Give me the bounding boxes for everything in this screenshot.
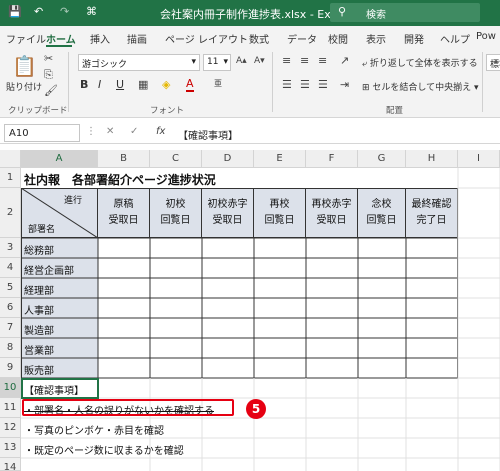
font-color-button[interactable]: A <box>186 77 194 92</box>
formula-input[interactable]: 【確認事項】 <box>178 127 238 142</box>
column-header-d[interactable]: D <box>202 150 254 168</box>
tab-review[interactable]: 校閲 <box>328 31 348 46</box>
row-header-12[interactable]: 12 <box>0 418 21 438</box>
cancel-icon[interactable]: ✕ <box>106 126 114 137</box>
column-header-a[interactable]: A <box>21 150 98 168</box>
note-line[interactable]: ・写真のピンボケ・赤目を確認 <box>24 422 164 437</box>
align-right-icon[interactable]: ☰ <box>318 78 328 91</box>
tab-view[interactable]: 表示 <box>366 31 386 46</box>
ribbon-tabs: ファイル ホーム 挿入 描画 ページ レイアウト 数式 データ 校閲 表示 開発… <box>0 26 500 48</box>
column-header-h[interactable]: H <box>406 150 458 168</box>
select-all-corner[interactable] <box>0 150 21 168</box>
window-title: 会社案内冊子制作進捗表.xlsx - Excel <box>160 8 346 21</box>
orientation-icon[interactable]: ↗ <box>340 54 349 67</box>
tab-developer[interactable]: 開発 <box>404 31 424 46</box>
ribbon: 📋 貼り付け ✂ ⎘ 🖌 クリップボード 游ゴシック ▾ 11 ▾ A▴ A▾ B … <box>0 48 500 118</box>
tab-draw[interactable]: 描画 <box>127 31 147 46</box>
column-header-e[interactable]: E <box>254 150 306 168</box>
tab-power[interactable]: Pow <box>476 31 496 42</box>
font-name-select[interactable]: 游ゴシック ▾ <box>78 54 200 71</box>
note-title[interactable]: 【確認事項】 <box>24 382 84 397</box>
row-header-1[interactable]: 1 <box>0 168 21 188</box>
row-header-13[interactable]: 13 <box>0 438 21 458</box>
align-top-icon[interactable]: ≡ <box>282 54 291 67</box>
row-header-8[interactable]: 8 <box>0 338 21 358</box>
redo-icon[interactable]: ↷ <box>60 5 69 18</box>
active-tab-indicator <box>46 45 72 47</box>
decrease-font-icon[interactable]: A▾ <box>254 56 265 66</box>
column-header-f[interactable]: F <box>306 150 358 168</box>
group-divider <box>482 52 483 112</box>
search-box[interactable]: ⚲ 検索 <box>330 3 480 22</box>
style-box[interactable]: 標準 <box>486 54 500 71</box>
tab-data[interactable]: データ <box>287 31 317 46</box>
font-size-select[interactable]: 11 ▾ <box>203 54 231 71</box>
chevron-down-icon: ▾ <box>223 57 228 67</box>
borders-icon[interactable]: ▦ <box>138 78 148 91</box>
alignment-group-label: 配置 <box>386 106 404 116</box>
indent-icon[interactable]: ⇥ <box>340 78 349 91</box>
clipboard-group-label: クリップボード <box>8 106 68 116</box>
tab-file[interactable]: ファイル <box>6 31 46 46</box>
row-header-11[interactable]: 11 <box>0 398 21 418</box>
align-middle-icon[interactable]: ≡ <box>300 54 309 67</box>
increase-font-icon[interactable]: A▴ <box>236 56 247 66</box>
tab-formulas[interactable]: 数式 <box>249 31 269 46</box>
row-header-5[interactable]: 5 <box>0 278 21 298</box>
search-icon: ⚲ <box>338 5 347 18</box>
worksheet-grid[interactable]: A B C D E F G H I 1 2 3 4 5 6 7 8 9 10 1… <box>0 150 500 471</box>
row-header-9[interactable]: 9 <box>0 358 21 378</box>
highlight-rectangle <box>22 399 234 416</box>
group-divider <box>68 52 69 112</box>
tab-page-layout[interactable]: ページ レイアウト <box>165 31 248 46</box>
formula-bar: A10 ⋮ ✕ ✓ fx 【確認事項】 <box>0 122 500 144</box>
step-number-badge: 5 <box>246 399 266 419</box>
paste-button[interactable]: 貼り付け <box>6 80 42 93</box>
row-header-7[interactable]: 7 <box>0 318 21 338</box>
font-group-label: フォント <box>150 106 185 116</box>
tab-help[interactable]: ヘルプ <box>440 31 470 46</box>
cut-icon[interactable]: ✂ <box>44 52 53 65</box>
more-icon: ⋮ <box>86 126 96 137</box>
row-header-10[interactable]: 10 <box>0 378 21 398</box>
tab-home[interactable]: ホーム <box>46 31 76 46</box>
column-header-g[interactable]: G <box>358 150 406 168</box>
copy-icon[interactable]: ⎘ <box>44 68 53 82</box>
column-header-c[interactable]: C <box>150 150 202 168</box>
group-divider <box>272 52 273 112</box>
format-painter-icon[interactable]: 🖌 <box>44 84 58 97</box>
underline-button[interactable]: U <box>116 78 124 91</box>
row-header-14[interactable]: 14 <box>0 458 21 471</box>
name-box[interactable]: A10 <box>4 124 80 142</box>
column-header-b[interactable]: B <box>98 150 150 168</box>
paste-icon[interactable]: 📋 <box>12 54 37 78</box>
wrap-text-button[interactable]: ⤶ 折り返して全体を表示する <box>362 56 478 69</box>
undo-icon[interactable]: ↶ <box>34 5 43 18</box>
search-placeholder: 検索 <box>366 10 386 21</box>
bold-button[interactable]: B <box>80 78 88 91</box>
row-header-4[interactable]: 4 <box>0 258 21 278</box>
merge-center-button[interactable]: ⊞ セルを結合して中央揃え ▾ <box>362 80 479 93</box>
row-header-2[interactable]: 2 <box>0 188 21 238</box>
title-bar: 💾 ↶ ↷ ⌘ 会社案内冊子制作進捗表.xlsx - Excel ⚲ 検索 <box>0 0 500 26</box>
fill-color-icon[interactable]: ◈ <box>162 78 170 91</box>
align-center-icon[interactable]: ☰ <box>300 78 310 91</box>
note-line[interactable]: ・既定のページ数に収まるかを確認 <box>24 442 184 457</box>
align-left-icon[interactable]: ☰ <box>282 78 292 91</box>
row-header-6[interactable]: 6 <box>0 298 21 318</box>
enter-icon[interactable]: ✓ <box>130 126 138 137</box>
row-header-3[interactable]: 3 <box>0 238 21 258</box>
tab-insert[interactable]: 挿入 <box>90 31 110 46</box>
save-icon[interactable]: 💾 <box>8 5 22 18</box>
italic-button[interactable]: I <box>98 78 101 91</box>
column-header-i[interactable]: I <box>458 150 500 168</box>
touch-mode-icon[interactable]: ⌘ <box>86 5 97 18</box>
align-bottom-icon[interactable]: ≡ <box>318 54 327 67</box>
chevron-down-icon: ▾ <box>191 57 196 67</box>
insert-function-button[interactable]: fx <box>156 126 165 137</box>
phonetic-icon[interactable]: 亜 <box>214 78 222 89</box>
